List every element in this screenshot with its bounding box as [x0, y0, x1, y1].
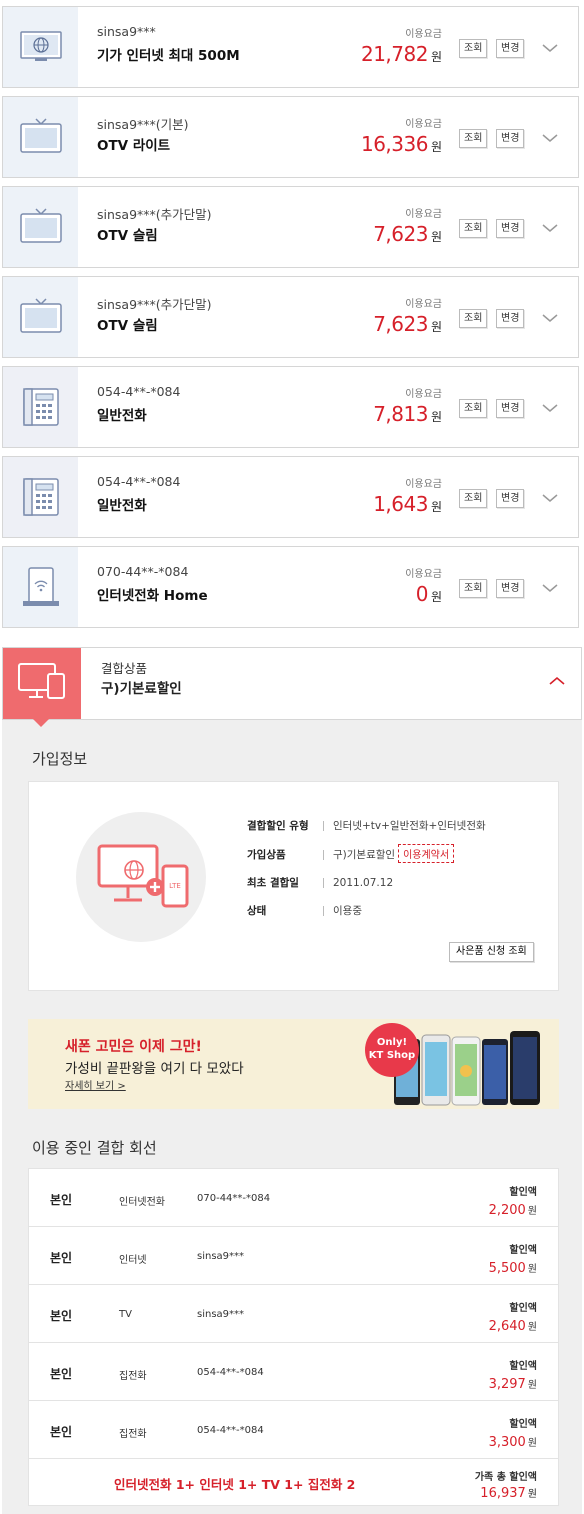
table-row: 본인 TV sinsa9*** 할인액 2,640 원	[29, 1285, 558, 1343]
service-row[interactable]: 054-4**-*084 일반전화 이용요금 7,813 원 조회 변경	[2, 366, 579, 448]
chevron-down-icon[interactable]	[541, 582, 559, 594]
change-button[interactable]: 변경	[496, 579, 525, 598]
change-button[interactable]: 변경	[496, 399, 525, 418]
change-button[interactable]: 변경	[496, 39, 525, 58]
info-row-combo-type: 결합할인 유형 인터넷+tv+일반전화+인터넷전화	[247, 820, 486, 832]
chevron-up-icon[interactable]	[548, 675, 566, 687]
fee-amount: 1,643 원	[373, 492, 442, 516]
service-name: OTV 라이트	[97, 138, 171, 154]
tv-icon	[3, 187, 78, 267]
fee-amount: 7,813 원	[373, 402, 442, 426]
service-row[interactable]: 054-4**-*084 일반전화 이용요금 1,643 원 조회 변경	[2, 456, 579, 538]
table-row: 본인 인터넷 sinsa9*** 할인액 5,500 원	[29, 1227, 558, 1285]
fee-amount: 7,623 원	[373, 222, 442, 246]
fee-label: 이용요금	[405, 119, 442, 130]
service-name: 일반전화	[97, 408, 147, 424]
service-row[interactable]: 070-44**-*084 인터넷전화 Home 이용요금 0원 조회 변경	[2, 546, 579, 628]
service-id: 054-4**-*084	[97, 384, 181, 399]
info-row-product: 가입상품 구)기본료할인 이용계약서	[247, 844, 455, 863]
fee-label: 이용요금	[405, 569, 442, 580]
service-id: sinsa9***(추가단말)	[97, 207, 212, 222]
combined-lines-table: 본인 인터넷전화 070-44**-*084 할인액 2,200 원 본인 인터넷 sins…	[28, 1168, 559, 1506]
service-id: sinsa9***	[97, 24, 156, 39]
gift-request-button[interactable]: 사은품 신청 조회	[449, 942, 534, 962]
view-button[interactable]: 조회	[459, 489, 488, 508]
fee-label: 이용요금	[405, 479, 442, 490]
fee-label: 이용요금	[405, 29, 442, 40]
service-row[interactable]: sinsa9***(기본) OTV 라이트 이용요금 16,336 원 조회 변경	[2, 96, 579, 178]
change-button[interactable]: 변경	[496, 489, 525, 508]
view-button[interactable]: 조회	[459, 579, 488, 598]
service-row[interactable]: sinsa9***(추가단말) OTV 슬림 이용요금 7,623 원 조회 변경	[2, 276, 579, 358]
chevron-down-icon[interactable]	[541, 222, 559, 234]
combo-header[interactable]: 결합상품 구)기본료할인	[2, 647, 582, 727]
combo-label: 결합상품	[101, 661, 148, 676]
combo-name: 구)기본료할인	[101, 681, 182, 697]
section-title-combined-lines: 이용 중인 결합 회선	[32, 1139, 157, 1157]
total-row: 인터넷전화 1+ 인터넷 1+ TV 1+ 집전화 2 가족 총 할인액 16,…	[29, 1460, 558, 1505]
view-button[interactable]: 조회	[459, 219, 488, 238]
promo-banner[interactable]: 새폰 고민은 이제 그만! 가성비 끝판왕을 여기 다 모았다 자세히 보기 >…	[28, 1019, 559, 1109]
fee-label: 이용요금	[405, 389, 442, 400]
chevron-down-icon[interactable]	[541, 42, 559, 54]
service-name: OTV 슬림	[97, 228, 158, 244]
kt-shop-badge: Only! KT Shop	[365, 1023, 419, 1077]
desk-phone-icon	[3, 367, 78, 447]
change-button[interactable]: 변경	[496, 129, 525, 148]
monitor-globe-icon	[3, 7, 78, 87]
tv-icon	[3, 97, 78, 177]
change-button[interactable]: 변경	[496, 309, 525, 328]
join-info-card: LTE 결합할인 유형 인터넷+tv+일반전화+인터넷전화 가입상품 구)기본료할인…	[28, 781, 559, 991]
view-button[interactable]: 조회	[459, 399, 488, 418]
chevron-down-icon[interactable]	[541, 402, 559, 414]
total-amount: 16,937 원	[480, 1486, 537, 1501]
view-button[interactable]: 조회	[459, 309, 488, 328]
service-row[interactable]: sinsa9***(추가단말) OTV 슬림 이용요금 7,623 원 조회 변경	[2, 186, 579, 268]
total-summary: 인터넷전화 1+ 인터넷 1+ TV 1+ 집전화 2	[114, 1477, 356, 1492]
fee-amount: 16,336 원	[360, 132, 442, 156]
table-row: 본인 집전화 054-4**-*084 할인액 3,300 원	[29, 1401, 558, 1459]
view-button[interactable]: 조회	[459, 129, 488, 148]
change-button[interactable]: 변경	[496, 219, 525, 238]
table-row: 본인 인터넷전화 070-44**-*084 할인액 2,200 원	[29, 1169, 558, 1227]
fee-label: 이용요금	[405, 299, 442, 310]
combo-illustration: LTE	[76, 812, 206, 942]
service-name: 기가 인터넷 최대 500M	[97, 48, 240, 64]
banner-subtitle: 가성비 끝판왕을 여기 다 모았다	[65, 1061, 244, 1077]
service-name: 인터넷전화 Home	[97, 588, 208, 604]
total-label: 가족 총 할인액	[474, 1472, 537, 1483]
service-name: OTV 슬림	[97, 318, 158, 334]
chevron-down-icon[interactable]	[541, 132, 559, 144]
service-id: 070-44**-*084	[97, 564, 189, 579]
wifi-phone-icon	[3, 547, 78, 627]
contract-link[interactable]: 이용계약서	[398, 844, 455, 863]
banner-title: 새폰 고민은 이제 그만!	[65, 1039, 202, 1055]
section-title-join-info: 가입정보	[32, 750, 88, 768]
table-row: 본인 집전화 054-4**-*084 할인액 3,297 원	[29, 1343, 558, 1401]
info-row-status: 상태 이용중	[247, 905, 362, 917]
fee-label: 이용요금	[405, 209, 442, 220]
info-row-first-date: 최초 결합일 2011.07.12	[247, 877, 394, 889]
banner-more-link[interactable]: 자세히 보기 >	[65, 1077, 126, 1092]
fee-amount: 21,782 원	[360, 42, 442, 66]
devices-icon	[3, 648, 81, 719]
service-id: sinsa9***(추가단말)	[97, 297, 212, 312]
fee-amount: 0원	[415, 582, 442, 606]
service-id: sinsa9***(기본)	[97, 117, 189, 132]
fee-amount: 7,623 원	[373, 312, 442, 336]
tv-icon	[3, 277, 78, 357]
desk-phone-icon	[3, 457, 78, 537]
chevron-down-icon[interactable]	[541, 492, 559, 504]
view-button[interactable]: 조회	[459, 39, 488, 58]
service-id: 054-4**-*084	[97, 474, 181, 489]
svg-text:LTE: LTE	[169, 882, 181, 890]
combo-pointer	[33, 719, 49, 727]
chevron-down-icon[interactable]	[541, 312, 559, 324]
service-row[interactable]: sinsa9*** 기가 인터넷 최대 500M 이용요금 21,782 원 조회…	[2, 6, 579, 88]
service-name: 일반전화	[97, 498, 147, 514]
